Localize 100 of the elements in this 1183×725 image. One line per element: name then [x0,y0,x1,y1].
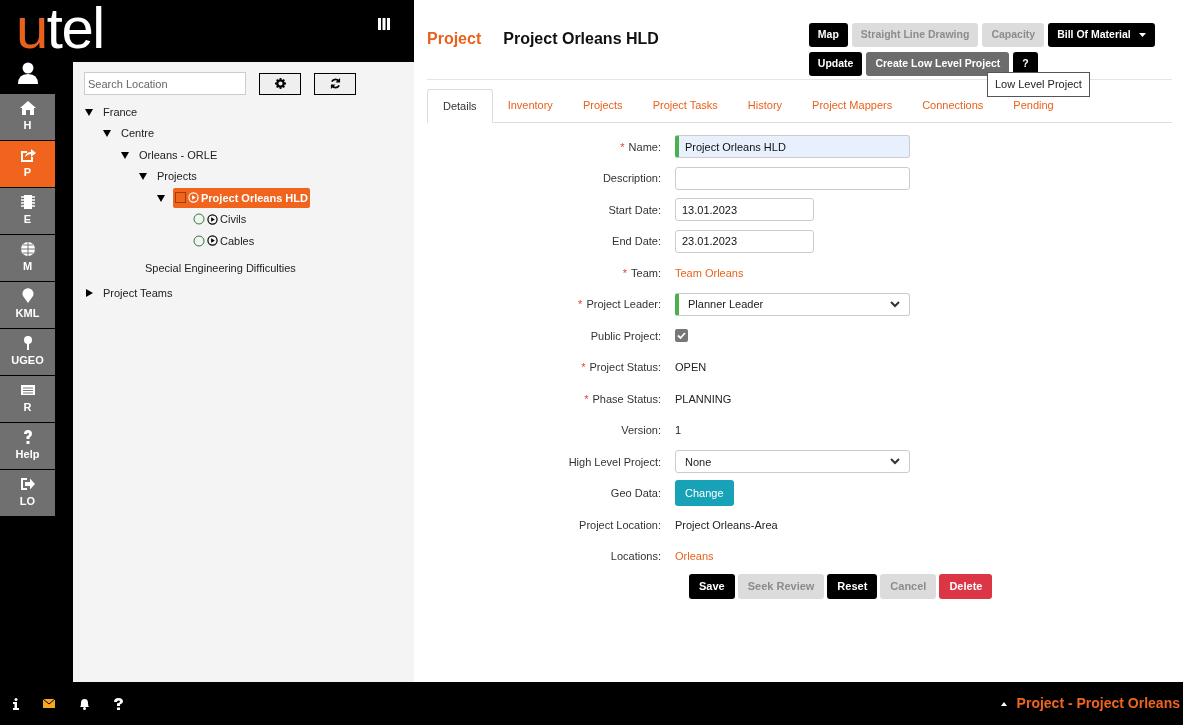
expanded-arrow-icon[interactable] [85,107,93,116]
link[interactable]: Team Orleans [675,264,744,281]
map-marker-icon [19,288,36,305]
field-label: Description: [602,171,661,186]
field-label: Name: [628,139,661,155]
field-value: PLANNING [675,391,732,407]
gear-icon [274,78,286,89]
tree-item[interactable]: Projects [155,166,199,187]
field-label: Locations: [610,549,661,564]
tab[interactable]: Project Tasks [637,89,733,122]
section-title: Project [427,29,482,49]
required-mark: * [620,139,625,155]
tree-item[interactable]: Project Orleans HLD [173,187,310,208]
tab[interactable]: History [732,89,798,122]
play-circle-icon [188,192,199,204]
tab[interactable]: Project Mappers [797,89,908,122]
text-field[interactable] [675,166,910,190]
tab[interactable]: Inventory [492,89,568,122]
action-button[interactable]: Update [808,52,863,76]
tree-item[interactable]: France [101,101,140,122]
square-icon [175,192,186,204]
caret-up-icon[interactable] [1000,701,1007,706]
share-icon [19,147,36,164]
bell-icon[interactable] [79,697,90,710]
play-circle-icon [207,235,218,247]
info-icon[interactable] [13,697,19,710]
date-field[interactable]: 23.01.2023 [675,229,814,253]
field-label: End Date: [612,234,661,249]
field-label: Geo Data: [610,486,661,501]
mail-icon[interactable] [43,699,55,708]
expanded-arrow-icon[interactable] [103,129,111,138]
chevron-down-icon [890,300,900,308]
field-label: Project Location: [579,517,661,533]
required-mark: * [581,360,586,375]
field-label: Team: [631,265,661,281]
tab[interactable]: Details [427,89,493,123]
globe-icon [19,241,36,258]
field-label: Version: [621,423,661,438]
nav-button[interactable]: UGEO [0,329,55,375]
action-button[interactable]: Map [808,23,848,47]
circle-icon [193,234,205,247]
tree-item[interactable]: Project Teams [101,283,175,304]
columns-icon[interactable] [378,18,390,30]
nav-button[interactable]: E [0,188,55,234]
text-field[interactable]: Project Orleans HLD [675,135,910,159]
nav-button[interactable]: R [0,376,55,422]
field-label: High Level Project: [568,454,661,470]
circle-icon [193,213,205,226]
caret-down-icon [1138,33,1146,37]
expanded-arrow-icon[interactable] [139,172,147,181]
home-icon [19,100,36,117]
logout-icon [19,476,36,493]
required-mark: * [622,265,628,281]
nav-button[interactable]: H [0,94,55,140]
action-button[interactable]: Create Low Level Project [866,52,1010,76]
nav-button[interactable]: Help [0,423,55,469]
field-value: 1 [675,423,682,438]
field-label: Start Date: [608,202,661,218]
form-button[interactable]: Save [689,574,735,599]
user-icon[interactable] [18,62,38,84]
change-button[interactable]: Change [675,480,734,507]
status-text: Project - Project Orleans [1016,694,1180,713]
page-title: Project Orleans HLD [503,29,659,49]
form-button[interactable]: Reset [827,574,878,599]
field-value: OPEN [675,360,707,375]
field-label: Project Status: [589,360,661,375]
required-mark: * [584,391,589,407]
play-circle-icon [207,213,218,225]
expanded-arrow-icon[interactable] [121,150,129,159]
checkbox[interactable] [675,329,688,343]
help-icon[interactable] [114,697,123,710]
nav-button[interactable]: M [0,235,55,281]
tab[interactable]: Projects [567,89,638,122]
date-field[interactable]: 13.01.2023 [675,198,814,222]
refresh-icon [329,78,341,89]
tree-item[interactable]: Cables [191,230,257,251]
refresh-button[interactable] [314,72,356,95]
expanded-arrow-icon[interactable] [157,193,165,202]
required-mark: * [578,297,583,312]
link[interactable]: Orleans [675,548,714,565]
dropdown-button[interactable]: Bill Of Material [1048,23,1155,47]
nav-button[interactable]: KML [0,282,55,328]
select-field[interactable]: None [675,450,910,474]
select-field[interactable]: Planner Leader [675,292,910,316]
nav-button[interactable]: LO [0,470,55,516]
tooltip: Low Level Project [987,72,1090,97]
logo: utel [15,0,104,56]
search-field[interactable]: Search Location [84,72,246,95]
chip-icon [19,194,36,211]
nav-button[interactable]: P [0,141,55,187]
collapsed-arrow-icon[interactable] [85,289,93,298]
tree-item[interactable]: Civils [191,209,249,230]
chevron-down-icon [890,458,900,466]
tree-item[interactable]: Centre [119,123,157,144]
form-button[interactable]: Delete [939,574,993,599]
field-label: Phase Status: [592,391,661,407]
settings-button[interactable] [259,72,301,95]
field-label: Project Leader: [586,297,661,312]
tree-item[interactable]: Orleans - ORLE [137,144,220,165]
tree-item[interactable]: Special Engineering Difficulties [143,258,298,279]
